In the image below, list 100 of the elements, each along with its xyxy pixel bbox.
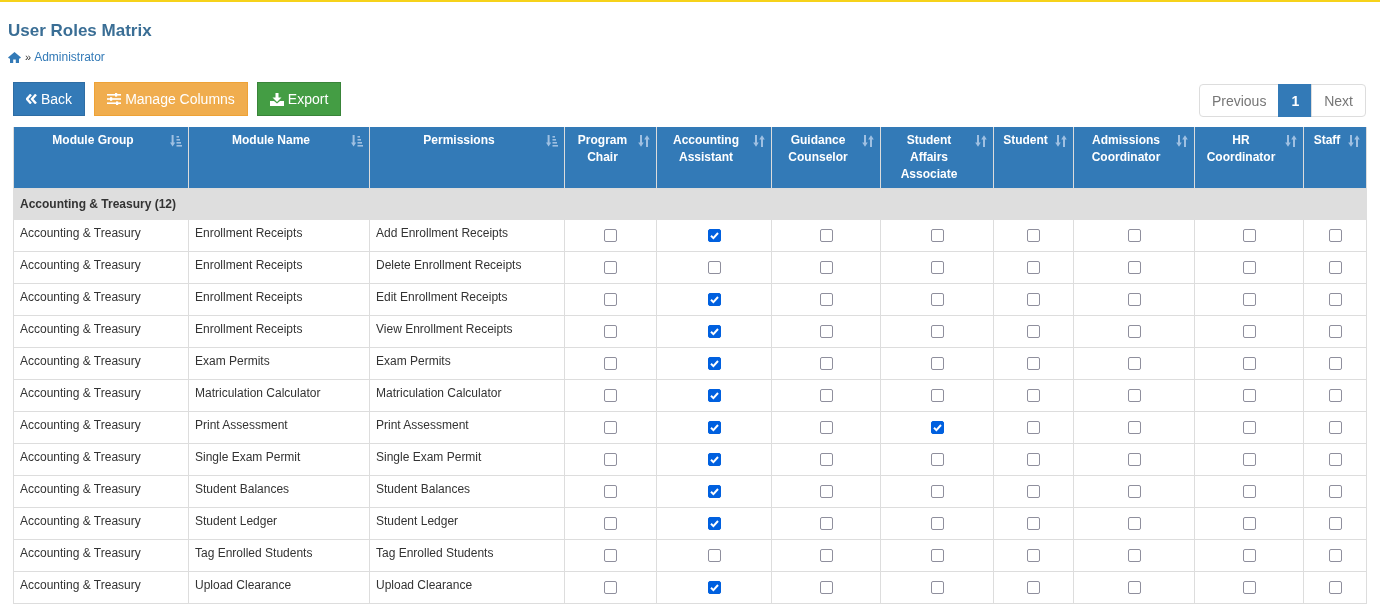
checkbox[interactable]: [604, 549, 617, 563]
checkbox[interactable]: [819, 581, 833, 595]
sort-icon[interactable]: [1055, 135, 1067, 147]
checkbox[interactable]: [1127, 229, 1141, 243]
checkbox[interactable]: [930, 421, 944, 435]
checkbox[interactable]: [1027, 293, 1040, 307]
export-button[interactable]: Export: [256, 82, 342, 116]
checkbox[interactable]: [930, 517, 944, 531]
checkbox[interactable]: [1127, 453, 1141, 467]
checkbox[interactable]: [707, 549, 721, 563]
checkbox[interactable]: [604, 261, 617, 275]
checkbox[interactable]: [1242, 229, 1256, 243]
column-header[interactable]: Staff: [1303, 127, 1367, 188]
checkbox[interactable]: [1127, 325, 1141, 339]
checkbox[interactable]: [1242, 389, 1256, 403]
checkbox[interactable]: [604, 357, 617, 371]
checkbox[interactable]: [1027, 549, 1040, 563]
checkbox[interactable]: [707, 581, 721, 595]
checkbox[interactable]: [819, 485, 833, 499]
column-header[interactable]: Student: [993, 127, 1074, 188]
checkbox[interactable]: [930, 261, 944, 275]
column-header[interactable]: Accounting Assistant: [656, 127, 772, 188]
checkbox[interactable]: [1242, 325, 1256, 339]
checkbox[interactable]: [819, 325, 833, 339]
checkbox[interactable]: [1027, 229, 1040, 243]
breadcrumb-link[interactable]: Administrator: [34, 49, 105, 65]
checkbox[interactable]: [930, 357, 944, 371]
checkbox[interactable]: [1027, 325, 1040, 339]
group-header-row[interactable]: Accounting & Treasury (12): [13, 188, 1367, 219]
checkbox[interactable]: [604, 453, 617, 467]
checkbox[interactable]: [1328, 293, 1342, 307]
checkbox[interactable]: [819, 293, 833, 307]
sort-icon[interactable]: [862, 135, 874, 147]
sort-icon[interactable]: [1176, 135, 1188, 147]
column-header[interactable]: HR Coordinator: [1194, 127, 1304, 188]
checkbox[interactable]: [604, 485, 617, 499]
checkbox[interactable]: [1328, 485, 1342, 499]
checkbox[interactable]: [707, 389, 721, 403]
checkbox[interactable]: [1027, 421, 1040, 435]
checkbox[interactable]: [930, 389, 944, 403]
sort-icon[interactable]: [753, 135, 765, 147]
checkbox[interactable]: [1127, 485, 1141, 499]
column-header[interactable]: Student Affairs Associate: [880, 127, 994, 188]
pagination-button[interactable]: Next: [1311, 84, 1366, 117]
column-header[interactable]: Module Name: [188, 127, 370, 188]
column-header[interactable]: Guidance Counselor: [771, 127, 881, 188]
column-header[interactable]: Module Group: [13, 127, 189, 188]
checkbox[interactable]: [1328, 453, 1342, 467]
checkbox[interactable]: [707, 517, 721, 531]
sort-icon[interactable]: [1348, 135, 1360, 147]
checkbox[interactable]: [1328, 517, 1342, 531]
checkbox[interactable]: [1127, 581, 1141, 595]
checkbox[interactable]: [707, 453, 721, 467]
sort-icon[interactable]: [170, 135, 182, 147]
checkbox[interactable]: [1242, 517, 1256, 531]
checkbox[interactable]: [1328, 261, 1342, 275]
checkbox[interactable]: [819, 549, 833, 563]
home-icon[interactable]: [8, 51, 21, 63]
checkbox[interactable]: [707, 261, 721, 275]
checkbox[interactable]: [1328, 229, 1342, 243]
checkbox[interactable]: [819, 357, 833, 371]
checkbox[interactable]: [707, 325, 721, 339]
checkbox[interactable]: [1242, 485, 1256, 499]
checkbox[interactable]: [819, 261, 833, 275]
checkbox[interactable]: [819, 389, 833, 403]
sort-icon[interactable]: [351, 135, 363, 147]
checkbox[interactable]: [930, 485, 944, 499]
pagination-button[interactable]: Previous: [1198, 84, 1280, 117]
checkbox[interactable]: [707, 229, 721, 243]
checkbox[interactable]: [604, 325, 617, 339]
sort-icon[interactable]: [546, 135, 558, 147]
checkbox[interactable]: [1127, 517, 1141, 531]
checkbox[interactable]: [1127, 389, 1141, 403]
checkbox[interactable]: [707, 357, 721, 371]
column-header[interactable]: Permissions: [369, 127, 565, 188]
checkbox[interactable]: [1328, 357, 1342, 371]
checkbox[interactable]: [1242, 261, 1256, 275]
checkbox[interactable]: [1127, 293, 1141, 307]
checkbox[interactable]: [930, 453, 944, 467]
sort-icon[interactable]: [975, 135, 987, 147]
checkbox[interactable]: [819, 453, 833, 467]
back-button[interactable]: Back: [13, 82, 86, 116]
checkbox[interactable]: [604, 421, 617, 435]
checkbox[interactable]: [1328, 389, 1342, 403]
checkbox[interactable]: [1027, 261, 1040, 275]
checkbox[interactable]: [1242, 453, 1256, 467]
checkbox[interactable]: [819, 229, 833, 243]
checkbox[interactable]: [930, 293, 944, 307]
checkbox[interactable]: [1127, 357, 1141, 371]
sort-icon[interactable]: [1285, 135, 1297, 147]
checkbox[interactable]: [1027, 485, 1040, 499]
checkbox[interactable]: [930, 549, 944, 563]
pagination-button[interactable]: 1: [1278, 84, 1313, 117]
checkbox[interactable]: [1328, 421, 1342, 435]
checkbox[interactable]: [1242, 357, 1256, 371]
checkbox[interactable]: [930, 229, 944, 243]
checkbox[interactable]: [930, 581, 944, 595]
checkbox[interactable]: [1027, 453, 1040, 467]
checkbox[interactable]: [707, 421, 721, 435]
checkbox[interactable]: [1027, 581, 1040, 595]
